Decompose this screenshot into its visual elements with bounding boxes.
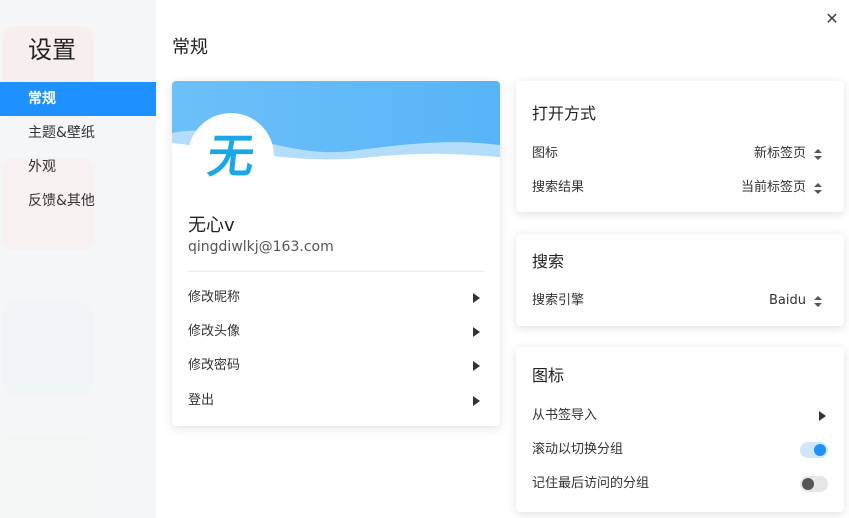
close-icon[interactable]: ✕	[823, 10, 841, 28]
menu-item-label: 修改头像	[188, 324, 241, 339]
settings-title: 设置	[28, 36, 76, 64]
section-title: 打开方式	[532, 104, 597, 123]
setting-value: 当前标签页	[740, 180, 806, 195]
icon-open-mode-select[interactable]: 图标 新标签页	[532, 143, 828, 165]
chevron-right-icon	[473, 327, 480, 337]
icons-card: 图标 从书签导入 滚动以切换分组 记住最后访问的分组	[516, 347, 844, 512]
settings-nav: 常规 主题&壁纸 外观 反馈&其他	[0, 82, 156, 218]
nav-item-appearance[interactable]: 外观	[0, 150, 156, 184]
edit-nickname-item[interactable]: 修改昵称	[188, 286, 484, 310]
avatar[interactable]: 无	[188, 113, 274, 199]
remember-group-toggle[interactable]	[800, 476, 828, 492]
chevron-right-icon	[473, 293, 480, 303]
profile-card: 无 无心v qingdiwlkj@163.com 修改昵称 修改头像 修改密码 …	[172, 81, 500, 426]
edit-avatar-item[interactable]: 修改头像	[188, 320, 484, 344]
search-card: 搜索 搜索引擎 Baidu	[516, 234, 844, 326]
background-veil	[0, 0, 156, 518]
page-title: 常规	[172, 37, 208, 58]
user-name: 无心v	[188, 215, 235, 236]
menu-item-label: 修改密码	[188, 358, 241, 373]
setting-label: 搜索引擎	[532, 293, 585, 308]
menu-item-label: 修改昵称	[188, 290, 241, 305]
select-arrows-icon	[814, 296, 822, 307]
chevron-right-icon	[473, 361, 480, 371]
search-engine-select[interactable]: 搜索引擎 Baidu	[532, 290, 828, 312]
remember-group-row: 记住最后访问的分组	[532, 473, 828, 495]
setting-label: 图标	[532, 146, 559, 161]
section-title: 搜索	[532, 252, 565, 271]
setting-label: 滚动以切换分组	[532, 442, 624, 457]
avatar-logo: 无	[205, 129, 257, 183]
open-mode-card: 打开方式 图标 新标签页 搜索结果 当前标签页	[516, 81, 844, 212]
setting-value: 新标签页	[753, 146, 806, 161]
menu-item-label: 登出	[188, 393, 215, 408]
logout-item[interactable]: 登出	[188, 389, 484, 413]
import-bookmarks-item[interactable]: 从书签导入	[532, 405, 828, 427]
toggle-knob	[814, 444, 826, 456]
toggle-knob	[802, 478, 814, 490]
change-password-item[interactable]: 修改密码	[188, 354, 484, 378]
nav-item-theme-wallpaper[interactable]: 主题&壁纸	[0, 116, 156, 150]
nav-item-general[interactable]: 常规	[0, 82, 156, 116]
nav-item-feedback-other[interactable]: 反馈&其他	[0, 184, 156, 218]
select-arrows-icon	[814, 149, 822, 160]
background-wallpaper	[0, 0, 156, 518]
chevron-right-icon	[473, 396, 480, 406]
settings-main-panel: 常规 ✕ 无 无心v qingdiwlkj@163.com 修改昵称 修改头像	[156, 0, 849, 518]
scroll-switch-group-toggle[interactable]	[800, 442, 828, 458]
scroll-switch-group-row: 滚动以切换分组	[532, 439, 828, 461]
user-email: qingdiwlkj@163.com	[188, 239, 334, 255]
chevron-right-icon	[819, 411, 826, 421]
setting-label: 记住最后访问的分组	[532, 476, 650, 491]
divider	[188, 271, 484, 272]
setting-label: 搜索结果	[532, 180, 585, 195]
setting-label: 从书签导入	[532, 408, 598, 423]
search-result-open-mode-select[interactable]: 搜索结果 当前标签页	[532, 177, 828, 199]
select-arrows-icon	[814, 183, 822, 194]
section-title: 图标	[532, 366, 565, 385]
setting-value: Baidu	[769, 293, 806, 308]
